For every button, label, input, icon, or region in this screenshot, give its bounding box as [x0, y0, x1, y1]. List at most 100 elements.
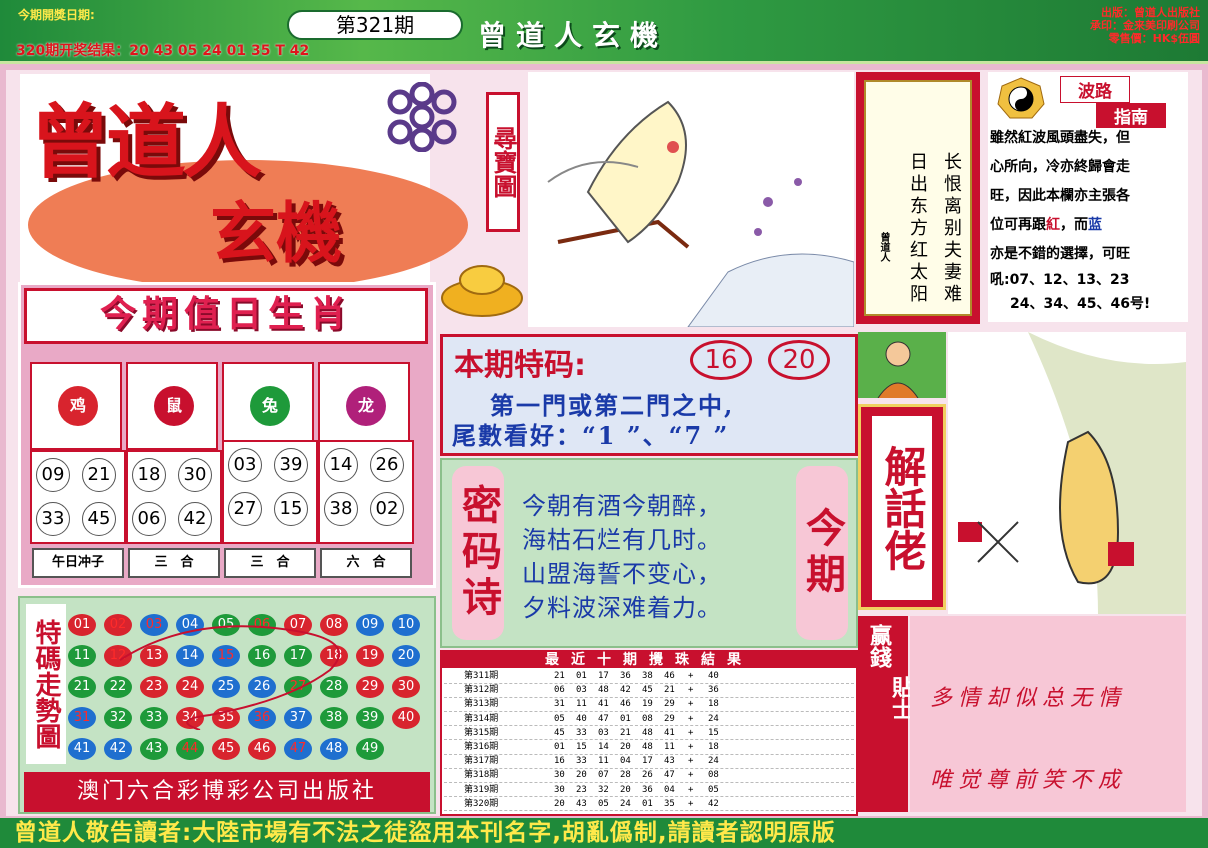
- zodiac-name: 兔: [250, 386, 290, 426]
- zodiac-name: 鼠: [154, 386, 194, 426]
- result-cell: 41: [664, 727, 675, 738]
- result-cell: 24: [708, 713, 719, 724]
- result-cell: 48: [598, 685, 609, 696]
- this-issue-badge: 今期: [796, 466, 848, 640]
- gold-ingot-icon: [441, 265, 523, 317]
- result-cell: 45: [642, 685, 653, 696]
- result-cell: 29: [664, 713, 675, 724]
- result-cell: 03: [576, 685, 587, 696]
- result-cell: 第318期: [464, 770, 499, 781]
- result-cell: 48: [642, 727, 653, 738]
- result-cell: 05: [708, 784, 719, 795]
- result-cell: 17: [598, 671, 609, 681]
- trend-ball: 44: [176, 738, 204, 760]
- result-cell: +: [688, 770, 694, 781]
- parrot-illustration: [528, 72, 854, 327]
- result-cell: 第319期: [464, 784, 499, 795]
- result-cell: 08: [642, 713, 653, 724]
- zodiac-number: 26: [370, 448, 404, 482]
- result-cell: 48: [642, 742, 653, 752]
- result-cell: +: [688, 756, 694, 767]
- result-cell: 43: [576, 798, 587, 809]
- special-code-label: 本期特码:: [454, 348, 586, 383]
- result-cell: 11: [664, 742, 675, 752]
- zodiac-number: 27: [228, 492, 262, 526]
- poem-line-4: 夕料波深难着力。: [522, 594, 722, 622]
- result-cell: +: [688, 784, 694, 795]
- poem-line-2: 海枯石烂有几时。: [522, 526, 722, 554]
- wave-guide-numbers: 吼:07、12、13、23 24、34、45、46号!: [990, 268, 1186, 316]
- coin-rings-icon: [387, 82, 457, 152]
- zodiac-number: 06: [132, 502, 166, 536]
- trend-curve: [119, 625, 340, 730]
- result-cell: 21: [664, 685, 675, 696]
- result-cell: 41: [598, 699, 609, 710]
- result-cell: 06: [554, 685, 565, 696]
- result-cell: 43: [664, 756, 675, 767]
- bottom-notice: 曾道人敬告讀者:大陸市場有不法之徒盜用本刊名字,胡亂僞制,請讀者認明原版: [0, 818, 1208, 848]
- result-cell: 31: [554, 699, 565, 710]
- trend-ball: 47: [284, 738, 312, 760]
- cat-illustration: [948, 332, 1186, 614]
- wave-guide-title: 波路 指南: [1060, 76, 1170, 128]
- issue-number: 第321期: [287, 10, 463, 40]
- publisher-info: 出版：曾道人出版社 承印：金来美印刷公司 零售價：HK$伍圓: [1030, 6, 1200, 45]
- result-cell: 第320期: [464, 798, 499, 809]
- zodiac-name: 鸡: [58, 386, 98, 426]
- zodiac-relation-label: 午日冲子: [32, 548, 124, 578]
- result-cell: 03: [598, 727, 609, 738]
- result-cell: 38: [642, 671, 653, 681]
- wave-line: 雖然紅波風頭盡失，但: [990, 130, 1130, 146]
- result-cell: 28: [620, 770, 631, 781]
- price-line: 零售價：HK$伍圓: [1108, 32, 1200, 45]
- trend-label: 特碼走勢圖: [26, 604, 66, 764]
- zodiac-number: 33: [36, 502, 70, 536]
- result-cell: 46: [664, 671, 675, 681]
- special-number-1: 16: [690, 340, 752, 380]
- zodiac-number: 09: [36, 458, 70, 492]
- wave-guide-text: 雖然紅波風頭盡失，但 心所向，冷亦終歸會走 旺，因此本欄亦主張各 位可再跟紅，而…: [990, 124, 1186, 269]
- result-cell: 30: [554, 770, 565, 781]
- zodiac-relation-label: 六 合: [320, 548, 412, 578]
- result-cell: 36: [708, 685, 719, 696]
- result-cell: 24: [708, 756, 719, 767]
- zodiac-number: 30: [178, 458, 212, 492]
- zodiac-number: 14: [324, 448, 358, 482]
- result-cell: 第313期: [464, 699, 499, 710]
- result-cell: 16: [554, 756, 565, 767]
- zodiac-number: 45: [82, 502, 116, 536]
- result-cell: 40: [708, 671, 719, 681]
- result-cell: 30: [554, 784, 565, 795]
- trend-ball: 48: [320, 738, 348, 760]
- result-cell: 26: [642, 770, 653, 781]
- result-cell: +: [688, 798, 694, 809]
- trend-ball: 43: [140, 738, 168, 760]
- wave-line: 心所向，冷亦終歸會走: [990, 159, 1130, 175]
- result-cell: 47: [598, 713, 609, 724]
- result-cell: 11: [598, 756, 609, 767]
- result-cell: 23: [576, 784, 587, 795]
- zodiac-number: 02: [370, 492, 404, 526]
- result-cell: +: [688, 742, 694, 752]
- zodiac-card: 龙: [318, 362, 410, 450]
- special-hint-line-2: 尾數看好：“1 ”、“7 ”: [452, 421, 730, 450]
- zodiac-number: 38: [324, 492, 358, 526]
- wave-line: 位可再跟紅，而蓝: [990, 217, 1102, 233]
- tip-line-2: 唯觉尊前笑不成: [930, 768, 1127, 793]
- result-cell: 20: [554, 798, 565, 809]
- zodiac-relation-label: 三 合: [128, 548, 220, 578]
- result-cell: 32: [598, 784, 609, 795]
- result-cell: 21: [554, 671, 565, 681]
- result-cell: 47: [664, 770, 675, 781]
- verse-left-column: 日出东方红太阳: [907, 152, 928, 306]
- bagua-icon: [997, 77, 1045, 119]
- secret-poem-badge: 密码诗: [452, 466, 504, 640]
- treasure-map-badge: 尋寶圖: [486, 92, 520, 232]
- trend-ball: 46: [248, 738, 276, 760]
- verse-panel: 长恨离别夫妻难 日出东方红太阳 曾道人: [856, 72, 980, 324]
- result-cell: 36: [642, 784, 653, 795]
- result-cell: 21: [620, 727, 631, 738]
- wave-line: 吼:07、12、13、23: [990, 272, 1130, 288]
- result-row: 第312期 06 03 48 42 45 21 +36: [444, 684, 854, 698]
- wave-line: 亦是不錯的選擇，可旺: [990, 246, 1130, 262]
